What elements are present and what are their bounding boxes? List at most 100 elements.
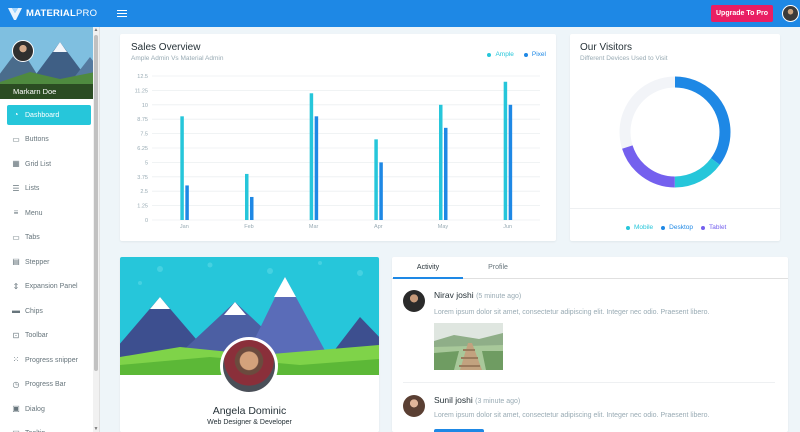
activity-card: Activity Profile Nirav joshi (5 minute a… <box>392 257 788 432</box>
y-tick-label: 0 <box>145 218 148 224</box>
scroll-up-icon[interactable]: ▲ <box>93 27 99 33</box>
activity-avatar[interactable] <box>403 290 425 312</box>
logo-icon <box>8 7 22 20</box>
y-tick-label: 12.5 <box>137 74 148 80</box>
sidebar-user-name[interactable]: Markarn Doe <box>0 84 99 99</box>
divider <box>570 208 780 209</box>
sidebar-item-buttons[interactable]: ▭ Buttons <box>7 130 91 150</box>
activity-photo[interactable] <box>434 323 503 370</box>
sidebar-item-tooltip[interactable]: ▤Tooltip <box>7 424 91 432</box>
bar-ample-feb[interactable] <box>245 173 249 220</box>
x-tick-label: May <box>438 224 449 230</box>
upgrade-button[interactable]: Upgrade To Pro <box>711 5 773 22</box>
sidebar-item-label: Progress Bar <box>25 381 66 388</box>
profile-avatar[interactable] <box>220 337 278 395</box>
sidebar-item-menu[interactable]: ≡ Menu <box>7 203 91 223</box>
scrollbar-thumb[interactable] <box>94 35 98 371</box>
sidebar-item-dialog[interactable]: ▣ Dialog <box>7 399 91 419</box>
activity-text: Lorem ipsum dolor sit amet, consectetur … <box>434 412 710 419</box>
sidebar-item-lists[interactable]: ☰ Lists <box>7 179 91 199</box>
stepper-icon: ▤ <box>12 257 20 266</box>
sidebar-item-label: Tabs <box>25 234 40 241</box>
brand-name: MATERIALPRO <box>26 8 98 19</box>
sidebar-item-label: Chips <box>25 307 43 315</box>
sidebar-item-stepper[interactable]: ▤ Stepper <box>7 252 91 272</box>
dashboard-icon: ◔ <box>13 110 19 119</box>
expansion-icon: ⇕ <box>12 281 20 291</box>
sidebar-item-toolbar[interactable]: ⊡ Toolbar <box>7 326 91 346</box>
sidebar-item-label: Lists <box>25 185 40 192</box>
sidebar-scrollbar[interactable]: ▲ ▼ <box>93 27 99 432</box>
dialog-icon: ▣ <box>12 404 20 413</box>
x-tick-label: Mar <box>309 224 319 230</box>
activity-author[interactable]: Nirav joshi (5 minute ago) <box>434 290 521 300</box>
x-tick-label: Jan <box>180 224 189 230</box>
menu-icon: ≡ <box>13 208 19 217</box>
sidebar: Markarn Doe ◔ Dashboard ▭ Buttons ▦ Grid List… <box>0 27 100 432</box>
bar-pixel-may[interactable] <box>444 127 448 220</box>
bar-pixel-apr[interactable] <box>379 162 383 220</box>
profile-name: Angela Dominic <box>212 405 287 417</box>
profile-card: Angela Dominic Web Designer & Developer <box>120 257 379 432</box>
activity-tabs: Activity Profile <box>392 257 788 279</box>
brand-logo[interactable]: MATERIALPRO <box>8 7 103 20</box>
sidebar-item-label: Expansion Panel <box>25 283 78 290</box>
sidebar-profile: Markarn Doe <box>0 27 99 99</box>
sidebar-item-label: Toolbar <box>25 332 48 339</box>
legend-mobile: Mobile <box>626 224 653 231</box>
chips-icon: ▬ <box>12 306 20 315</box>
grid-icon: ▦ <box>12 159 20 168</box>
legend-tablet: Tablet <box>701 224 726 231</box>
sidebar-item-label: Stepper <box>25 258 50 266</box>
sidebar-item-progress-snipper[interactable]: ⁙ Progress snipper <box>7 350 91 370</box>
bar-pixel-feb[interactable] <box>250 196 254 220</box>
bar-pixel-jun[interactable] <box>508 104 513 220</box>
sidebar-item-dashboard[interactable]: ◔ Dashboard <box>7 105 91 125</box>
bar-ample-jan[interactable] <box>180 116 184 220</box>
tab-profile[interactable]: Profile <box>463 257 533 279</box>
sidebar-item-chips[interactable]: ▬ Chips <box>7 301 91 321</box>
sidebar-item-progress-bar[interactable]: ◷ Progress Bar <box>7 375 91 395</box>
activity-avatar[interactable] <box>403 395 425 417</box>
y-tick-label: 8.75 <box>137 117 148 123</box>
visitors-card: Our Visitors Different Devices Used to V… <box>570 34 780 241</box>
top-bar: MATERIALPRO Upgrade To Pro <box>0 0 800 27</box>
sidebar-item-tabs[interactable]: ▭ Tabs <box>7 228 91 248</box>
sidebar-item-grid-list[interactable]: ▦ Grid List <box>7 154 91 174</box>
legend-desktop: Desktop <box>661 224 693 231</box>
sidebar-item-label: Progress snipper <box>25 356 78 364</box>
visitors-title: Our Visitors <box>580 42 633 53</box>
bar-pixel-jan[interactable] <box>185 185 189 220</box>
sidebar-item-label: Dialog <box>25 405 45 413</box>
sidebar-item-label: Menu <box>25 209 43 217</box>
user-avatar[interactable] <box>782 5 799 22</box>
bar-ample-apr[interactable] <box>374 139 378 220</box>
x-tick-label: Feb <box>244 224 253 230</box>
x-tick-label: Jun <box>503 224 512 230</box>
activity-author[interactable]: Sunil joshi (3 minute ago) <box>434 395 520 405</box>
progress-spinner-icon: ⁙ <box>12 355 20 364</box>
bar-ample-mar[interactable] <box>309 93 314 220</box>
y-tick-label: 10 <box>142 103 148 109</box>
toolbar-icon: ⊡ <box>12 330 20 340</box>
sidebar-menu: ◔ Dashboard ▭ Buttons ▦ Grid List ☰ Lists ≡ Menu ▭… <box>0 99 99 432</box>
bar-ample-jun[interactable] <box>503 81 508 220</box>
visitors-subtitle: Different Devices Used to Visit <box>580 55 668 62</box>
y-tick-label: 7.5 <box>140 132 148 138</box>
sales-overview-card: Sales Overview Ample Admin Vs Material A… <box>120 34 556 241</box>
bar-pixel-mar[interactable] <box>314 116 319 220</box>
y-tick-label: 6.25 <box>137 146 148 152</box>
list-icon: ☰ <box>12 183 20 193</box>
divider <box>403 382 775 383</box>
sidebar-item-label: Grid List <box>25 160 52 168</box>
y-tick-label: 1.25 <box>137 204 148 210</box>
bar-ample-may[interactable] <box>439 104 443 220</box>
sidebar-avatar[interactable] <box>12 40 34 62</box>
y-tick-label: 11.25 <box>135 88 148 94</box>
hamburger-menu-icon[interactable] <box>117 9 127 18</box>
y-tick-label: 2.5 <box>140 189 148 195</box>
sidebar-item-expansion-panel[interactable]: ⇕ Expansion Panel <box>7 277 91 297</box>
scroll-down-icon[interactable]: ▼ <box>93 426 99 432</box>
tab-activity[interactable]: Activity <box>393 257 463 279</box>
buttons-icon: ▭ <box>12 134 20 144</box>
